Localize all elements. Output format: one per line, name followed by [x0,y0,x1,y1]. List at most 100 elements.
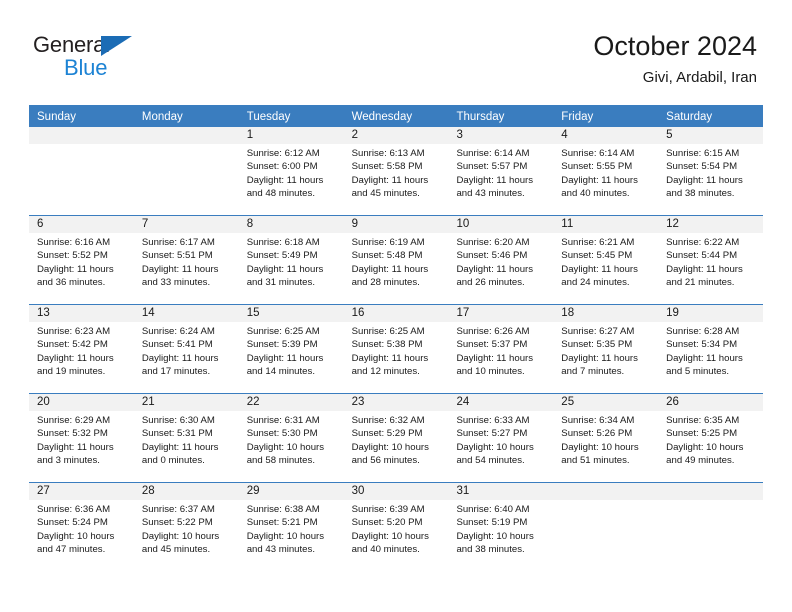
day-info-line: and 58 minutes. [246,454,315,466]
day-info-line: Daylight: 10 hours [456,530,534,542]
day-cell[interactable]: 31 Sunrise: 6:40 AM Sunset: 5:19 PM Dayligh… [448,483,554,571]
day-cell[interactable]: 9 Sunrise: 6:19 AM Sunset: 5:48 PM Daylight… [343,216,449,304]
day-info-line: Sunset: 5:58 PM [351,161,423,173]
day-info-line: Daylight: 10 hours [456,441,534,453]
day-info-line: Sunset: 5:24 PM [37,517,108,529]
day-info-line: and 24 minutes. [561,276,630,288]
day-info-line: Sunset: 5:39 PM [246,339,318,351]
day-cell[interactable]: 25 Sunrise: 6:34 AM Sunset: 5:26 PM Dayligh… [553,394,659,482]
day-cell[interactable]: 24 Sunrise: 6:33 AM Sunset: 5:27 PM Dayligh… [448,394,554,482]
calendar-week-row: 27 Sunrise: 6:36 AM Sunset: 5:24 PM Dayligh… [29,482,764,571]
day-cell[interactable]: 14 Sunrise: 6:24 AM Sunset: 5:41 PM Dayligh… [133,305,239,393]
day-info-line: and 40 minutes. [351,543,420,555]
day-cell[interactable]: 1 Sunrise: 6:12 AM Sunset: 6:00 PM Daylight… [238,127,344,215]
day-sun-info: Sunrise: 6:14 AM Sunset: 5:55 PM Daylight:… [553,144,658,200]
day-cell[interactable]: 4 Sunrise: 6:14 AM Sunset: 5:55 PM Daylight… [553,127,659,215]
day-number: 22 [238,394,344,411]
day-number: 17 [448,305,554,322]
day-info-line: Daylight: 11 hours [561,263,638,275]
day-info-line: Daylight: 10 hours [666,441,744,453]
day-cell[interactable]: 17 Sunrise: 6:26 AM Sunset: 5:37 PM Dayligh… [448,305,554,393]
day-cell[interactable]: 26 Sunrise: 6:35 AM Sunset: 5:25 PM Dayligh… [658,394,764,482]
weekday-header-saturday: Saturday [666,111,713,123]
day-info-line: Sunrise: 6:14 AM [456,148,530,159]
day-sun-info: Sunrise: 6:19 AM Sunset: 5:48 PM Daylight:… [344,233,449,289]
day-info-line: Sunset: 5:48 PM [351,250,423,262]
day-info-line: Sunset: 5:34 PM [666,339,738,351]
day-info-line: Sunrise: 6:26 AM [456,326,530,337]
day-number: 12 [658,216,764,233]
day-info-line: Sunrise: 6:30 AM [141,415,215,426]
day-info-line: Sunrise: 6:40 AM [456,504,530,515]
day-info-line: Sunrise: 6:25 AM [351,326,425,337]
day-number: 5 [658,127,764,144]
day-info-line: Sunset: 5:38 PM [351,339,423,351]
day-cell[interactable]: 16 Sunrise: 6:25 AM Sunset: 5:38 PM Dayligh… [343,305,449,393]
day-cell[interactable]: 8 Sunrise: 6:18 AM Sunset: 5:49 PM Daylight… [238,216,344,304]
day-sun-info: Sunrise: 6:14 AM Sunset: 5:57 PM Daylight:… [448,144,553,200]
day-number: 7 [133,216,239,233]
day-sun-info: Sunrise: 6:31 AM Sunset: 5:30 PM Daylight:… [239,411,344,467]
day-cell-empty [658,483,764,571]
day-cell[interactable]: 23 Sunrise: 6:32 AM Sunset: 5:29 PM Dayligh… [343,394,449,482]
day-info-line: Sunset: 5:42 PM [37,339,108,351]
day-cell[interactable]: 11 Sunrise: 6:21 AM Sunset: 5:45 PM Dayligh… [553,216,659,304]
day-cell[interactable]: 13 Sunrise: 6:23 AM Sunset: 5:42 PM Dayligh… [29,305,134,393]
day-cell[interactable]: 18 Sunrise: 6:27 AM Sunset: 5:35 PM Dayligh… [553,305,659,393]
calendar-week-row: 13 Sunrise: 6:23 AM Sunset: 5:42 PM Dayligh… [29,304,764,393]
day-number: 10 [448,216,554,233]
day-sun-info: Sunrise: 6:28 AM Sunset: 5:34 PM Daylight:… [658,322,763,378]
day-info-line: and 49 minutes. [666,454,735,466]
day-cell[interactable]: 10 Sunrise: 6:20 AM Sunset: 5:46 PM Dayligh… [448,216,554,304]
day-cell[interactable]: 2 Sunrise: 6:13 AM Sunset: 5:58 PM Daylight… [343,127,449,215]
day-number: 30 [343,483,449,500]
day-info-line: and 48 minutes. [246,187,315,199]
day-cell[interactable]: 20 Sunrise: 6:29 AM Sunset: 5:32 PM Dayligh… [29,394,134,482]
day-cell[interactable]: 12 Sunrise: 6:22 AM Sunset: 5:44 PM Dayligh… [658,216,764,304]
day-info-line: Daylight: 11 hours [351,352,429,364]
day-cell[interactable]: 29 Sunrise: 6:38 AM Sunset: 5:21 PM Dayligh… [238,483,344,571]
logo-text-blue: Blue [64,55,108,80]
day-cell[interactable]: 30 Sunrise: 6:39 AM Sunset: 5:20 PM Dayligh… [343,483,449,571]
weekday-header-thursday: Thursday [456,111,505,123]
day-number: 9 [343,216,449,233]
day-info-line: Daylight: 11 hours [456,174,534,186]
day-info-line: Daylight: 11 hours [351,174,429,186]
day-cell[interactable]: 19 Sunrise: 6:28 AM Sunset: 5:34 PM Dayligh… [658,305,764,393]
day-cell[interactable]: 6 Sunrise: 6:16 AM Sunset: 5:52 PM Daylight… [29,216,134,304]
day-info-line: and 33 minutes. [141,276,211,288]
day-sun-info: Sunrise: 6:36 AM Sunset: 5:24 PM Daylight:… [29,500,134,556]
day-cell[interactable]: 5 Sunrise: 6:15 AM Sunset: 5:54 PM Daylight… [658,127,764,215]
day-info-line: Sunset: 5:27 PM [456,428,528,440]
day-number: 11 [553,216,659,233]
day-info-line: and 28 minutes. [351,276,420,288]
day-info-line: and 5 minutes. [666,365,730,377]
day-info-line: Daylight: 10 hours [561,441,639,453]
day-info-line: Sunrise: 6:37 AM [141,504,215,515]
general-blue-logo: General Blue [33,32,213,82]
day-cell[interactable]: 27 Sunrise: 6:36 AM Sunset: 5:24 PM Dayligh… [29,483,134,571]
day-cell[interactable]: 7 Sunrise: 6:17 AM Sunset: 5:51 PM Daylight… [133,216,239,304]
day-sun-info [658,500,763,503]
day-info-line: Sunset: 5:31 PM [141,428,213,440]
page-subtitle-location: Givi, Ardabil, Iran [642,69,757,86]
day-info-line: Sunrise: 6:27 AM [561,326,635,337]
day-cell[interactable]: 21 Sunrise: 6:30 AM Sunset: 5:31 PM Dayligh… [133,394,239,482]
day-info-line: Sunset: 5:37 PM [456,339,528,351]
day-info-line: Sunset: 5:21 PM [246,517,318,529]
day-cell[interactable]: 3 Sunrise: 6:14 AM Sunset: 5:57 PM Daylight… [448,127,554,215]
day-cell[interactable]: 22 Sunrise: 6:31 AM Sunset: 5:30 PM Dayligh… [238,394,344,482]
day-cell[interactable]: 28 Sunrise: 6:37 AM Sunset: 5:22 PM Dayligh… [133,483,239,571]
day-info-line: Sunset: 5:26 PM [561,428,633,440]
weekday-header-tuesday: Tuesday [246,111,291,123]
day-sun-info [553,500,658,503]
day-cell[interactable]: 15 Sunrise: 6:25 AM Sunset: 5:39 PM Dayligh… [238,305,344,393]
day-number: 27 [29,483,134,500]
day-info-line: Sunrise: 6:35 AM [666,415,740,426]
day-sun-info: Sunrise: 6:15 AM Sunset: 5:54 PM Daylight:… [658,144,763,200]
day-info-line: and 12 minutes. [351,365,420,377]
day-info-line: Sunrise: 6:21 AM [561,237,635,248]
day-sun-info: Sunrise: 6:39 AM Sunset: 5:20 PM Daylight:… [344,500,449,556]
day-sun-info: Sunrise: 6:27 AM Sunset: 5:35 PM Daylight:… [553,322,658,378]
day-info-line: Daylight: 11 hours [246,174,324,186]
